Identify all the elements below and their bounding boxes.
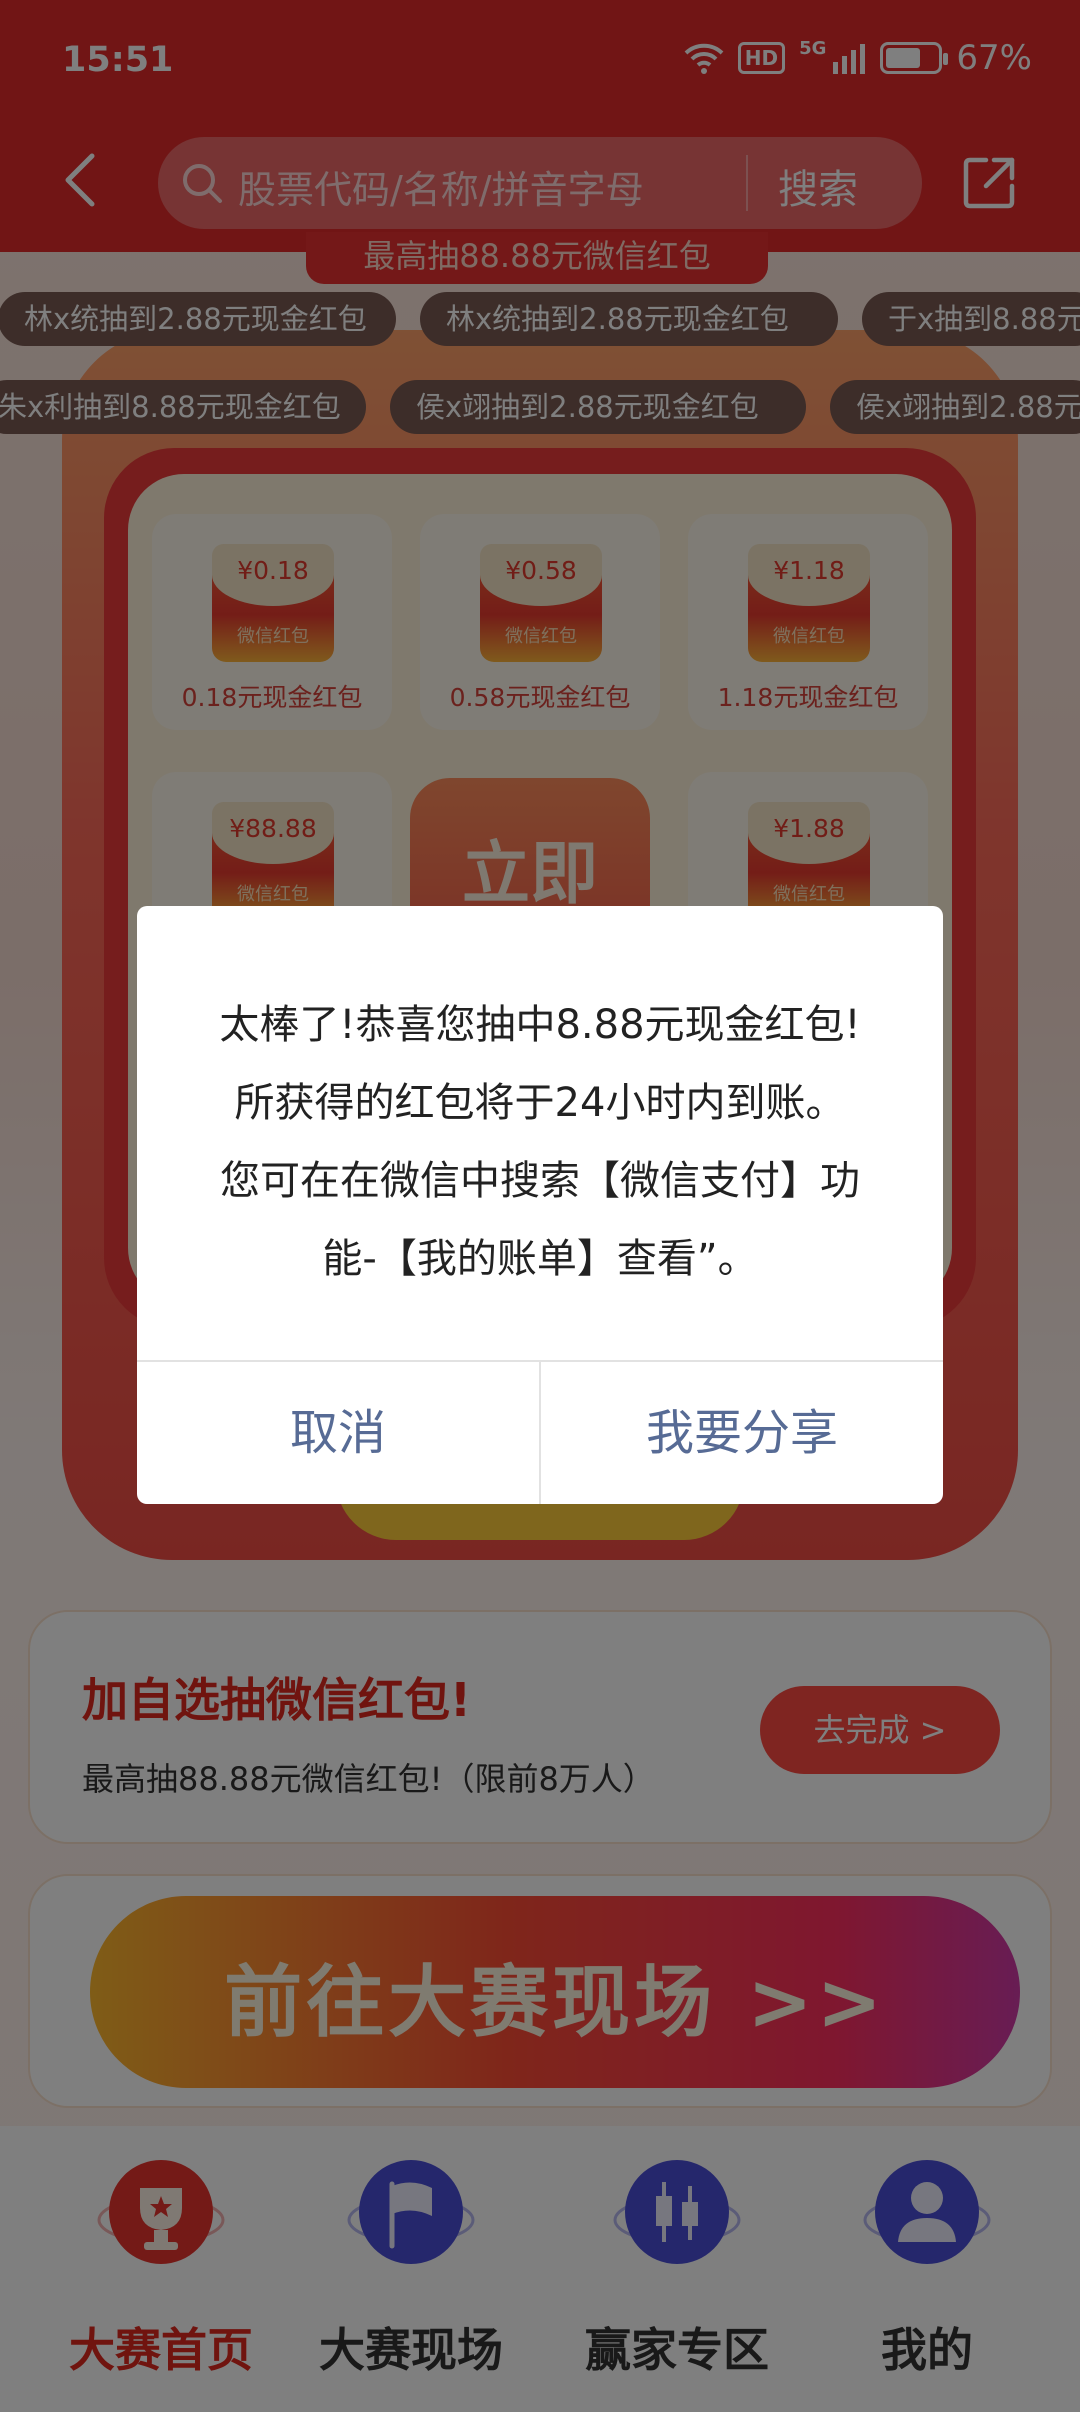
- cancel-button[interactable]: 取消: [137, 1362, 539, 1504]
- dialog-message: 太棒了!恭喜您抽中8.88元现金红包! 所获得的红包将于24小时内到账。 您可在…: [177, 986, 903, 1298]
- prize-result-dialog: 太棒了!恭喜您抽中8.88元现金红包! 所获得的红包将于24小时内到账。 您可在…: [137, 906, 943, 1504]
- dialog-message-line: 所获得的红包将于24小时内到账。: [234, 1080, 846, 1126]
- share-button[interactable]: 我要分享: [541, 1362, 943, 1504]
- dialog-message-line: 能-【我的账单】查看”。: [322, 1236, 758, 1282]
- dialog-message-line: 您可在在微信中搜索【微信支付】功: [220, 1158, 860, 1204]
- dialog-message-line: 太棒了!恭喜您抽中8.88元现金红包!: [219, 1002, 861, 1048]
